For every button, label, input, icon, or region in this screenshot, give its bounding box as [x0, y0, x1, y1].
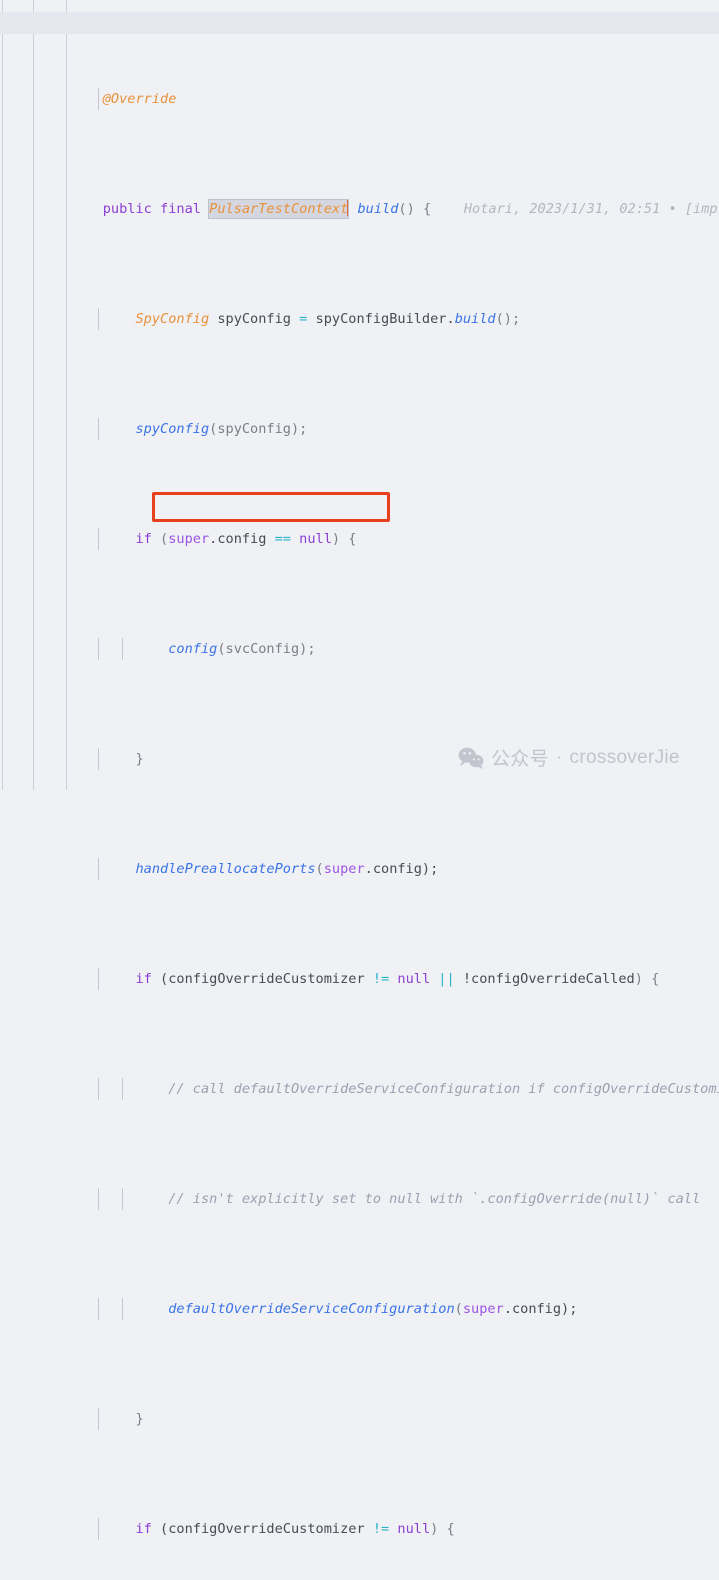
code-line[interactable]: if (configOverrideCustomizer != null || … [0, 968, 719, 990]
code-line[interactable]: } [0, 1408, 719, 1430]
code-line[interactable]: config(svcConfig); [0, 638, 719, 660]
code-line[interactable]: public final PulsarTestContext build() {… [0, 198, 719, 220]
wechat-icon [458, 747, 484, 769]
git-blame-annotation[interactable]: Hotari, 2023/1/31, 02:51 • [improve][tes [464, 201, 719, 217]
code-line[interactable]: // isn't explicitly set to null with `.c… [0, 1188, 719, 1210]
code-content[interactable]: @Override public final PulsarTestContext… [0, 0, 719, 1580]
code-line[interactable]: @Override [0, 88, 719, 110]
code-line[interactable]: if (configOverrideCustomizer != null) { [0, 1518, 719, 1540]
annotation-override: @Override [70, 91, 177, 107]
watermark-label: 公众号 [491, 749, 549, 770]
code-line[interactable]: handlePreallocatePorts(super.config); [0, 858, 719, 880]
code-line[interactable]: if (super.config == null) { [0, 528, 719, 550]
code-line[interactable]: spyConfig(spyConfig); [0, 418, 719, 440]
watermark: 公众号 · crossoverJie [458, 744, 680, 771]
code-line[interactable]: defaultOverrideServiceConfiguration(supe… [0, 1298, 719, 1320]
code-comment: // isn't explicitly set to null with `.c… [70, 1191, 701, 1207]
code-line[interactable]: SpyConfig spyConfig = spyConfigBuilder.b… [0, 308, 719, 330]
watermark-separator: · [555, 746, 563, 768]
code-line[interactable]: // call defaultOverrideServiceConfigurat… [0, 1078, 719, 1100]
selected-identifier[interactable]: PulsarTestContext [208, 199, 350, 219]
code-editor[interactable]: @Override public final PulsarTestContext… [0, 0, 719, 1540]
code-comment: // call defaultOverrideServiceConfigurat… [70, 1081, 719, 1097]
watermark-account: crossoverJie [569, 746, 680, 768]
